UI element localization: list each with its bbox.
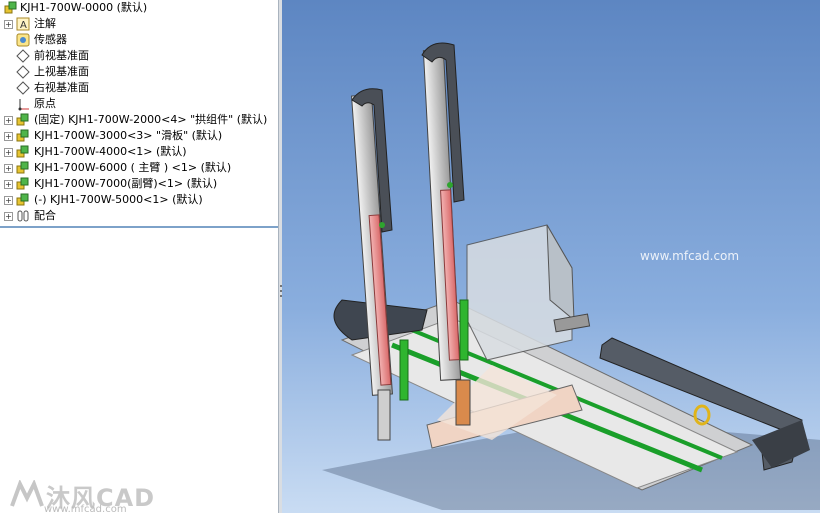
tree-item-label: 原点 — [34, 97, 56, 110]
arm-1-sensor — [379, 222, 385, 228]
tree-item-label: KJH1-700W-6000 ( 主臂 ) <1> (默认) — [34, 161, 232, 174]
watermark-url: www.mfcad.com — [44, 504, 127, 515]
feature-manager-tree: KJH1-700W-0000 (默认) + A 注解传感器前视基准面上视基准面右视基… — [0, 0, 278, 515]
annotation-icon: A — [16, 17, 30, 31]
green-plate-1 — [399, 339, 409, 401]
subassembly-icon — [16, 161, 29, 174]
tree-lower-pane: 沐风CAD www.mfcad.com — [0, 228, 278, 515]
tree-item-label: KJH1-700W-3000<3> "滑板" (默认) — [34, 129, 223, 142]
tree-item-label: KJH1-700W-4000<1> (默认) — [34, 145, 187, 158]
plane-icon — [16, 81, 30, 95]
tree-root-label: KJH1-700W-0000 (默认) — [20, 1, 148, 14]
expand-icon[interactable]: + — [4, 132, 13, 141]
plane-icon — [16, 65, 30, 79]
arm-1-gripper — [377, 389, 391, 441]
tree-item-label: 传感器 — [34, 33, 67, 46]
subassembly-icon — [16, 129, 29, 142]
assembly-icon — [4, 1, 17, 14]
mates-icon — [17, 210, 29, 222]
subassembly-icon — [16, 113, 29, 126]
mfcad-watermark: 沐风CAD www.mfcad.com — [10, 478, 170, 518]
green-plate-2 — [459, 299, 469, 361]
tree-item-label: (-) KJH1-700W-5000<1> (默认) — [34, 193, 203, 206]
graphics-viewport[interactable]: www.mfcad.com — [282, 0, 820, 513]
tree-item-label: 上视基准面 — [34, 65, 89, 78]
tree-item-label: KJH1-700W-7000(副臂)<1> (默认) — [34, 177, 218, 190]
svg-text:A: A — [20, 20, 27, 31]
tree-item-label: 右视基准面 — [34, 81, 89, 94]
expand-icon[interactable]: + — [4, 180, 13, 189]
mfcad-logo-icon — [10, 480, 44, 507]
expand-icon[interactable]: + — [4, 164, 13, 173]
tree-item-label: 配合 — [34, 209, 56, 222]
subassembly-icon — [16, 145, 29, 158]
expand-icon[interactable]: + — [4, 212, 13, 221]
expand-icon[interactable]: + — [4, 116, 13, 125]
expand-icon[interactable]: + — [4, 20, 13, 29]
origin-icon — [18, 99, 29, 111]
expand-icon[interactable]: + — [4, 196, 13, 205]
arm-2-sensor — [447, 182, 453, 188]
tree-item-label: 注解 — [34, 17, 56, 30]
plane-icon — [16, 49, 30, 63]
arm-2-gripper — [455, 379, 471, 426]
tree-item-label: 前视基准面 — [34, 49, 89, 62]
tree-item-label: (固定) KJH1-700W-2000<4> "拱组件" (默认) — [34, 113, 268, 126]
viewport-watermark-url: www.mfcad.com — [640, 249, 740, 263]
robot-arm-model — [322, 42, 820, 510]
subassembly-icon — [16, 193, 29, 206]
subassembly-icon — [16, 177, 29, 190]
sensor-icon — [16, 33, 30, 47]
expand-icon[interactable]: + — [4, 148, 13, 157]
